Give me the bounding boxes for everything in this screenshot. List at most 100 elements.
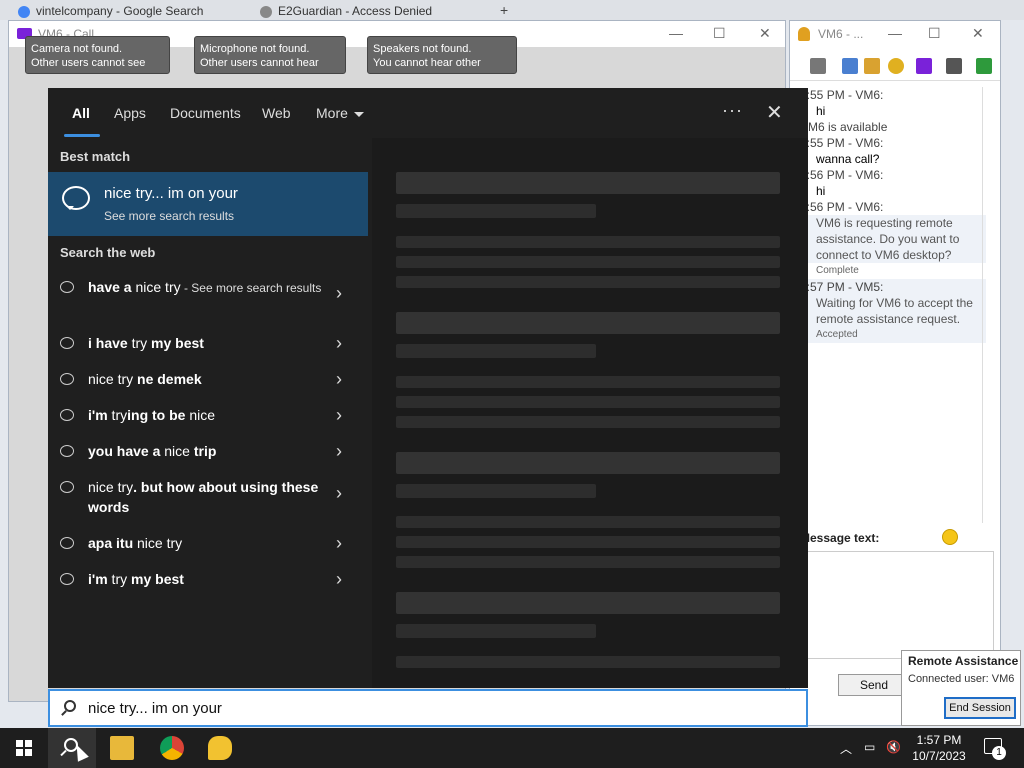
close-icon[interactable]: ✕: [766, 100, 783, 125]
search-suggestion-icon: [60, 537, 74, 549]
chat-window-title: VM6 - ...: [818, 27, 864, 41]
history-icon[interactable]: [842, 58, 858, 74]
volume-muted-icon[interactable]: 🔇: [886, 740, 901, 754]
chat-title-bar: VM6 - ... — ☐ ✕: [790, 21, 1000, 47]
send-button[interactable]: Send: [838, 674, 910, 696]
loading-placeholder: [396, 276, 780, 288]
best-match-heading: Best match: [60, 149, 131, 164]
user-icon: [798, 27, 810, 41]
search-suggestion-icon: [60, 481, 74, 493]
search-box[interactable]: nice try... im on your: [48, 689, 808, 727]
best-match-title: nice try... im on your: [104, 185, 238, 202]
loading-placeholder: [396, 452, 780, 474]
search-icon: [64, 700, 76, 712]
message-meta: 1:57 PM - VM5:: [800, 279, 986, 295]
browser-tab-google[interactable]: vintelcompany - Google Search: [14, 4, 246, 20]
remote-assistance-title: Remote Assistance: [908, 654, 1019, 668]
browser-tab-label: E2Guardian - Access Denied: [278, 4, 433, 18]
tab-apps[interactable]: Apps: [114, 105, 146, 121]
tooltip-line: Other users cannot hear you.: [200, 57, 319, 73]
search-suggestion-icon: [60, 373, 74, 385]
tab-more-label: More: [316, 105, 348, 121]
chevron-right-icon: ›: [336, 441, 342, 461]
web-result-item[interactable]: have a nice try - See more search result…: [48, 277, 368, 317]
result-bold: have a: [88, 279, 132, 295]
microphone-warning-tooltip: Microphone not found. Other users cannot…: [194, 36, 346, 74]
notification-count-badge: 1: [992, 746, 1006, 760]
web-result-item[interactable]: apa itu nice try ›: [48, 533, 368, 569]
remote-desktop-icon[interactable]: [946, 58, 962, 74]
remote-assistance-waiting: Waiting for VM6 to accept the remote ass…: [800, 295, 986, 327]
web-result-item[interactable]: nice try. but how about using these word…: [48, 477, 368, 517]
result-bold: my best: [151, 335, 204, 351]
file-explorer-icon[interactable]: [110, 736, 134, 760]
best-match-result[interactable]: nice try... im on your See more search r…: [48, 172, 368, 236]
network-icon[interactable]: ▭: [864, 740, 875, 754]
chrome-icon[interactable]: [160, 736, 184, 760]
active-tab-indicator: [64, 134, 100, 137]
chevron-right-icon: ›: [336, 533, 342, 553]
tab-web[interactable]: Web: [262, 105, 291, 121]
globe-icon: [260, 6, 272, 18]
minimize-icon[interactable]: —: [669, 25, 683, 41]
result-bold: ing to be: [127, 407, 186, 423]
tab-documents[interactable]: Documents: [170, 105, 241, 121]
web-result-item[interactable]: you have a nice trip ›: [48, 441, 368, 477]
notes-icon[interactable]: [864, 58, 880, 74]
clock-time: 1:57 PM: [916, 733, 962, 747]
request-status: Accepted: [800, 327, 986, 343]
minimize-icon[interactable]: —: [888, 25, 902, 41]
maximize-icon[interactable]: ☐: [928, 25, 941, 42]
web-result-item[interactable]: i'm try my best ›: [48, 569, 368, 605]
loading-placeholder: [396, 624, 596, 638]
chevron-right-icon: ›: [336, 569, 342, 589]
web-result-label: nice try. but how about using these word…: [88, 477, 328, 517]
loading-placeholder: [396, 376, 780, 388]
results-list: Best match nice try... im on your See mo…: [48, 138, 368, 688]
maximize-icon[interactable]: ☐: [713, 25, 726, 42]
tooltip-line: Microphone not found.: [200, 43, 310, 55]
loading-placeholder: [396, 256, 780, 268]
chevron-up-icon[interactable]: ︿: [840, 740, 852, 757]
loading-placeholder: [396, 204, 596, 218]
ellipsis-icon[interactable]: ···: [722, 100, 743, 121]
tooltip-line: You cannot hear other users.: [373, 57, 481, 73]
chat-bubble-icon: [62, 186, 90, 210]
web-result-item[interactable]: i have try my best ›: [48, 333, 368, 369]
search-web-heading: Search the web: [60, 245, 156, 260]
chevron-right-icon: ›: [336, 369, 342, 389]
speakers-warning-tooltip: Speakers not found. You cannot hear othe…: [367, 36, 517, 74]
message-input[interactable]: [798, 551, 994, 659]
result-text: nice: [160, 443, 194, 459]
end-session-button[interactable]: End Session: [944, 697, 1016, 719]
message-body: wanna call?: [816, 152, 880, 166]
tab-all[interactable]: All: [72, 105, 90, 121]
exit-icon[interactable]: [976, 58, 992, 74]
emoji-icon[interactable]: [942, 529, 958, 545]
system-clock[interactable]: 1:57 PM 10/7/2023: [906, 732, 972, 764]
video-call-icon[interactable]: [916, 58, 932, 74]
new-tab-button[interactable]: +: [500, 2, 508, 18]
browser-tab-e2guardian[interactable]: E2Guardian - Access Denied: [256, 4, 480, 20]
browser-tab-strip: vintelcompany - Google Search E2Guardian…: [0, 0, 1024, 20]
result-bold: trip: [193, 443, 217, 459]
search-query-text[interactable]: nice try... im on your: [88, 700, 222, 717]
tab-more[interactable]: More: [316, 105, 364, 121]
loading-placeholder: [396, 536, 780, 548]
close-icon[interactable]: ✕: [759, 25, 771, 42]
web-result-item[interactable]: nice try ne demek ›: [48, 369, 368, 405]
search-filter-tabs: All Apps Documents Web More ··· ✕: [48, 88, 808, 138]
message-body: hi: [816, 104, 826, 118]
result-text: try: [107, 407, 128, 423]
web-result-item[interactable]: i'm trying to be nice ›: [48, 405, 368, 441]
google-icon: [18, 6, 30, 18]
windows-start-icon[interactable]: [16, 740, 32, 756]
close-icon[interactable]: ✕: [972, 25, 984, 42]
result-bold: i have: [88, 335, 128, 351]
web-result-label: have a nice try - See more search result…: [88, 277, 328, 298]
send-file-icon[interactable]: [810, 58, 826, 74]
chat-scrollbar[interactable]: [982, 87, 992, 523]
loading-placeholder: [396, 556, 780, 568]
settings-icon[interactable]: [888, 58, 904, 74]
chat-app-icon[interactable]: [208, 736, 232, 760]
